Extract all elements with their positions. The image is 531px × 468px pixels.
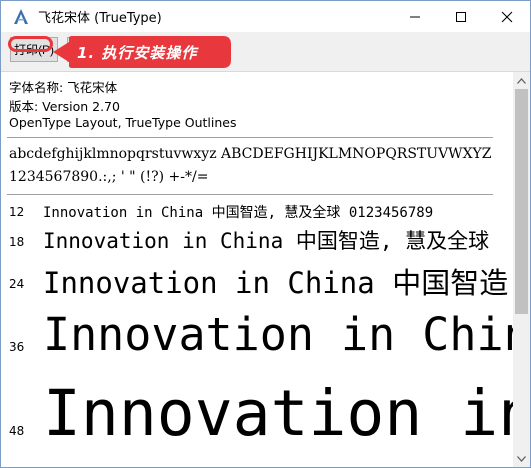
charset-divider bbox=[7, 194, 493, 195]
maximize-icon bbox=[456, 11, 466, 22]
font-type-line: OpenType Layout, TrueType Outlines bbox=[9, 115, 237, 130]
maximize-button[interactable] bbox=[438, 1, 484, 32]
chevron-down-icon bbox=[517, 455, 526, 462]
sample-text: Innovation in China bbox=[43, 308, 530, 361]
font-version-line: 版本: Version 2.70 bbox=[9, 99, 120, 114]
font-app-icon bbox=[12, 8, 30, 25]
size-label: 24 bbox=[9, 277, 25, 291]
sample-text: Innovation in China 中国智造, bbox=[43, 266, 526, 300]
size-label: 18 bbox=[9, 235, 25, 249]
size-label: 12 bbox=[9, 205, 25, 219]
vertical-scrollbar[interactable] bbox=[513, 72, 530, 467]
font-preview-content: 字体名称: 飞花宋体 版本: Version 2.70 OpenType Lay… bbox=[1, 72, 530, 467]
close-icon bbox=[501, 11, 513, 22]
sample-text: Innovation in China 中国智造, 慧及全球 012345678… bbox=[43, 205, 434, 221]
callout-text: 1. 执行安装操作 bbox=[77, 44, 198, 62]
scroll-up-button[interactable] bbox=[513, 72, 530, 89]
sample-text: Innovation in C bbox=[43, 377, 530, 450]
title-bar[interactable]: 飞花宋体 (TrueType) bbox=[1, 1, 530, 32]
charset-digits: 1234567890.:,; ' " (!?) +-*/= bbox=[9, 169, 209, 185]
minimize-button[interactable] bbox=[392, 1, 438, 32]
sample-text: Innovation in China 中国智造, 慧及全球 bbox=[43, 229, 490, 253]
scroll-down-button[interactable] bbox=[513, 450, 530, 467]
minimize-icon bbox=[410, 16, 420, 17]
size-label: 48 bbox=[9, 424, 25, 438]
info-divider bbox=[7, 137, 493, 138]
install-callout: 1. 执行安装操作 bbox=[53, 36, 231, 68]
scroll-thumb[interactable] bbox=[515, 89, 528, 314]
install-highlight-ring bbox=[8, 36, 53, 52]
close-button[interactable] bbox=[484, 1, 530, 32]
charset-letters: abcdefghijklmnopqrstuvwxyz ABCDEFGHIJKLM… bbox=[9, 146, 492, 162]
window-title: 飞花宋体 (TrueType) bbox=[38, 11, 162, 26]
size-label: 36 bbox=[9, 340, 25, 354]
font-preview-window: 飞花宋体 (TrueType) 打印(P) 1. 执行安装操作 字体名称: 飞花… bbox=[0, 0, 531, 468]
sample-row-48: 48 Innovation in C bbox=[1, 72, 530, 450]
chevron-up-icon bbox=[517, 77, 526, 84]
